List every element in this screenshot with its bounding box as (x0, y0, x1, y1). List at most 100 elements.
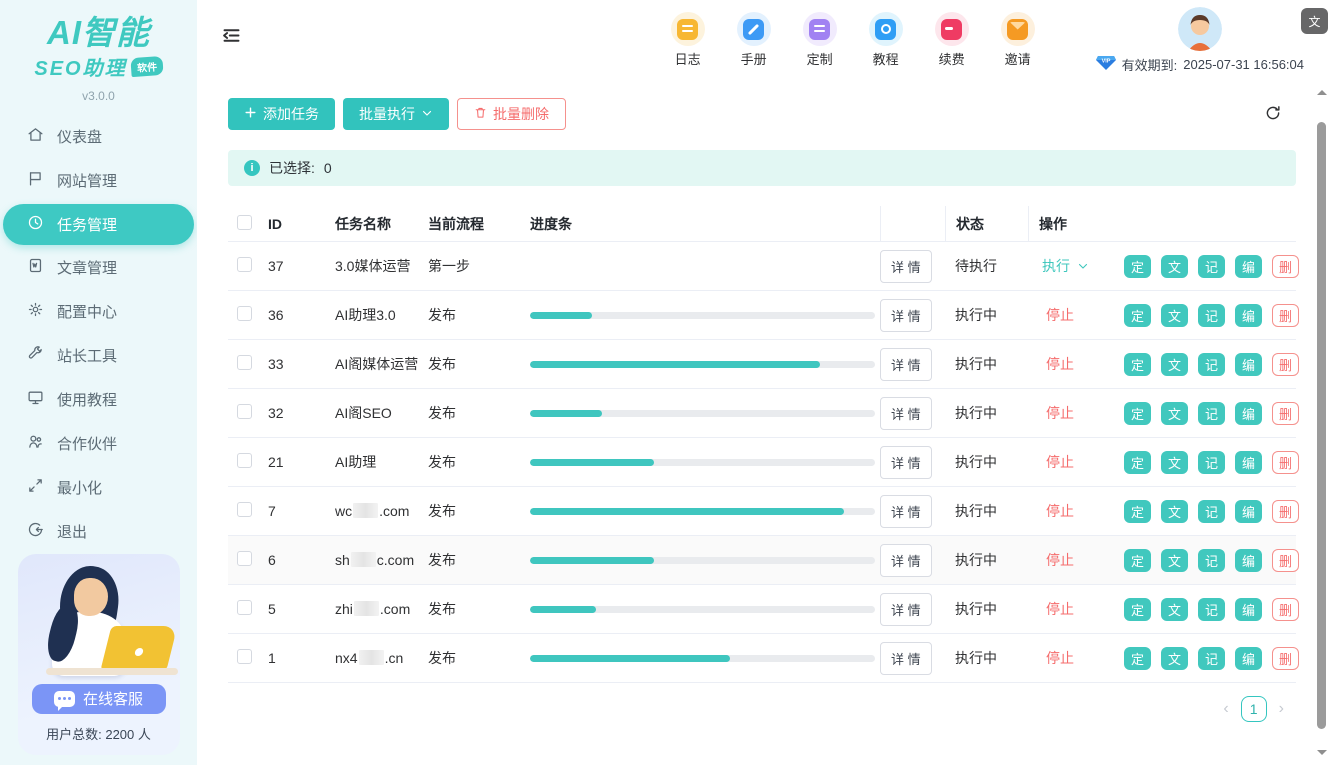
batch-delete-button[interactable]: 批量删除 (457, 98, 566, 130)
detail-button[interactable]: 详 情 (880, 250, 932, 283)
stop-action[interactable]: 停止 (1042, 403, 1104, 423)
sidebar-collapse-button[interactable] (217, 21, 246, 53)
action-chip[interactable]: 记 (1198, 402, 1225, 425)
detail-button[interactable]: 详 情 (880, 544, 932, 577)
action-chip[interactable]: 定 (1124, 500, 1151, 523)
action-chip[interactable]: 编 (1235, 647, 1262, 670)
action-chip[interactable]: 记 (1198, 500, 1225, 523)
sidebar-item-webmaster-tools[interactable]: 站长工具 (0, 334, 197, 378)
topbar-item-tutorial[interactable]: 教程 (864, 12, 908, 68)
row-checkbox[interactable] (237, 600, 252, 615)
delete-chip[interactable]: 删 (1272, 549, 1299, 572)
delete-chip[interactable]: 删 (1272, 304, 1299, 327)
action-chip[interactable]: 文 (1161, 647, 1188, 670)
detail-button[interactable]: 详 情 (880, 348, 932, 381)
detail-button[interactable]: 详 情 (880, 446, 932, 479)
sidebar-item-articles[interactable]: 文章管理 (0, 246, 197, 290)
row-checkbox[interactable] (237, 404, 252, 419)
next-page-icon[interactable]: › (1279, 701, 1284, 717)
action-chip[interactable]: 编 (1235, 402, 1262, 425)
action-chip[interactable]: 文 (1161, 402, 1188, 425)
stop-action[interactable]: 停止 (1042, 354, 1104, 374)
detail-button[interactable]: 详 情 (880, 397, 932, 430)
delete-chip[interactable]: 删 (1272, 500, 1299, 523)
action-chip[interactable]: 定 (1124, 255, 1151, 278)
avatar[interactable] (1178, 7, 1222, 51)
run-action[interactable]: 执行 (1042, 256, 1104, 276)
topbar-item-renew[interactable]: 续费 (930, 12, 974, 68)
action-chip[interactable]: 记 (1198, 451, 1225, 474)
action-chip[interactable]: 记 (1198, 353, 1225, 376)
sidebar-item-config[interactable]: 配置中心 (0, 290, 197, 334)
action-chip[interactable]: 文 (1161, 549, 1188, 572)
online-service-button[interactable]: 在线客服 (32, 684, 166, 714)
delete-chip[interactable]: 删 (1272, 255, 1299, 278)
action-chip[interactable]: 文 (1161, 304, 1188, 327)
sidebar-item-partners[interactable]: 合作伙伴 (0, 422, 197, 466)
scroll-up-icon[interactable] (1317, 90, 1327, 95)
page-number[interactable]: 1 (1241, 696, 1267, 722)
action-chip[interactable]: 记 (1198, 549, 1225, 572)
action-chip[interactable]: 定 (1124, 451, 1151, 474)
batch-run-button[interactable]: 批量执行 (343, 98, 449, 130)
row-checkbox[interactable] (237, 306, 252, 321)
stop-action[interactable]: 停止 (1042, 501, 1104, 521)
detail-button[interactable]: 详 情 (880, 495, 932, 528)
action-chip[interactable]: 定 (1124, 598, 1151, 621)
delete-chip[interactable]: 删 (1272, 353, 1299, 376)
action-chip[interactable]: 定 (1124, 353, 1151, 376)
sidebar-item-dashboard[interactable]: 仪表盘 (0, 115, 197, 159)
action-chip[interactable]: 定 (1124, 549, 1151, 572)
action-chip[interactable]: 记 (1198, 255, 1225, 278)
sidebar-item-logout[interactable]: 退出 (0, 510, 197, 554)
action-chip[interactable]: 记 (1198, 647, 1225, 670)
stop-action[interactable]: 停止 (1042, 550, 1104, 570)
action-chip[interactable]: 文 (1161, 500, 1188, 523)
row-checkbox[interactable] (237, 453, 252, 468)
select-all-checkbox[interactable] (237, 215, 252, 230)
action-chip[interactable]: 文 (1161, 598, 1188, 621)
action-chip[interactable]: 编 (1235, 500, 1262, 523)
sidebar-item-websites[interactable]: 网站管理 (0, 159, 197, 203)
scrollbar-thumb[interactable] (1317, 122, 1326, 729)
row-checkbox[interactable] (237, 257, 252, 272)
sidebar-item-minimize[interactable]: 最小化 (0, 466, 197, 510)
prev-page-icon[interactable]: ‹ (1223, 701, 1228, 717)
action-chip[interactable]: 定 (1124, 304, 1151, 327)
stop-action[interactable]: 停止 (1042, 648, 1104, 668)
topbar-item-logs[interactable]: 日志 (666, 12, 710, 68)
action-chip[interactable]: 编 (1235, 451, 1262, 474)
delete-chip[interactable]: 删 (1272, 598, 1299, 621)
action-chip[interactable]: 编 (1235, 255, 1262, 278)
scroll-down-icon[interactable] (1317, 750, 1327, 755)
action-chip[interactable]: 文 (1161, 353, 1188, 376)
stop-action[interactable]: 停止 (1042, 599, 1104, 619)
detail-button[interactable]: 详 情 (880, 593, 932, 626)
screen-capture-icon[interactable]: 文 (1301, 8, 1328, 34)
row-checkbox[interactable] (237, 502, 252, 517)
detail-button[interactable]: 详 情 (880, 642, 932, 675)
row-checkbox[interactable] (237, 355, 252, 370)
sidebar-item-tasks[interactable]: 任务管理 (3, 204, 194, 245)
topbar-item-invite[interactable]: 邀请 (996, 12, 1040, 68)
action-chip[interactable]: 记 (1198, 598, 1225, 621)
action-chip[interactable]: 编 (1235, 304, 1262, 327)
action-chip[interactable]: 编 (1235, 353, 1262, 376)
topbar-item-manual[interactable]: 手册 (732, 12, 776, 68)
topbar-item-custom[interactable]: 定制 (798, 12, 842, 68)
sidebar-item-tutorials[interactable]: 使用教程 (0, 378, 197, 422)
action-chip[interactable]: 记 (1198, 304, 1225, 327)
row-checkbox[interactable] (237, 551, 252, 566)
delete-chip[interactable]: 删 (1272, 451, 1299, 474)
refresh-button[interactable] (1262, 102, 1284, 127)
stop-action[interactable]: 停止 (1042, 452, 1104, 472)
action-chip[interactable]: 文 (1161, 451, 1188, 474)
scrollbar[interactable] (1314, 88, 1329, 757)
add-task-button[interactable]: 添加任务 (228, 98, 335, 130)
delete-chip[interactable]: 删 (1272, 647, 1299, 670)
action-chip[interactable]: 定 (1124, 647, 1151, 670)
stop-action[interactable]: 停止 (1042, 305, 1104, 325)
action-chip[interactable]: 编 (1235, 549, 1262, 572)
action-chip[interactable]: 定 (1124, 402, 1151, 425)
action-chip[interactable]: 文 (1161, 255, 1188, 278)
